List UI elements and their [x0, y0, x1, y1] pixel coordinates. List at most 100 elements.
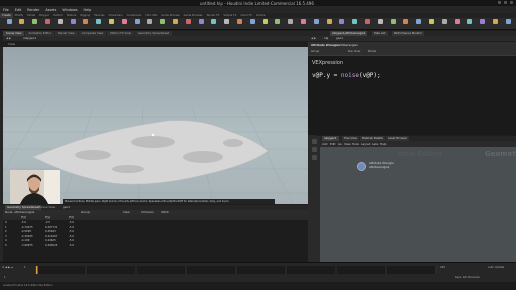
table-cell: -4.39925 [21, 234, 33, 238]
shelf-tool-icon[interactable] [489, 19, 501, 29]
shelf-tool-icon[interactable] [464, 19, 476, 29]
table-row[interactable]: 0 -5.0 -0.5 -5.0 [3, 221, 308, 225]
geometry-spreadsheet[interactable]: P[x] P[y] P[z] 0 -5.0 -0.5 -5.0 1 -4.79975 0.4… [3, 215, 308, 262]
tool-glyph-icon [147, 19, 153, 24]
window-controls[interactable] [498, 1, 513, 4]
shelf-tool-icon[interactable] [310, 19, 322, 29]
shelf-tool-icon[interactable] [477, 19, 489, 29]
shelf-tool-icon[interactable] [157, 19, 169, 29]
vex-code-function: noise [340, 72, 359, 79]
menu-edit[interactable]: Edit [15, 8, 22, 12]
shelf-tool-icon[interactable] [80, 19, 92, 29]
table-cell: -4.79975 [21, 225, 33, 229]
back-icon[interactable]: ◀ ▶ [311, 36, 316, 41]
shelf-tool-icon[interactable] [131, 19, 143, 29]
pan-icon[interactable] [311, 147, 317, 152]
node-name-label[interactable]: attribwrangle1 [369, 165, 390, 169]
table-cell: -0.5 [45, 221, 51, 224]
shelf-tool-icon[interactable] [349, 19, 361, 29]
tool-glyph-icon [44, 19, 50, 24]
shelf-tool-icon[interactable] [54, 19, 66, 29]
shelf-tool-icon[interactable] [246, 19, 258, 29]
shelf-tool-icon[interactable] [29, 19, 41, 29]
attribwrangle-node-icon[interactable] [357, 162, 366, 171]
timeline-ruler[interactable] [0, 264, 516, 276]
shelf-tool-icon[interactable] [413, 19, 425, 29]
node-name-field[interactable]: attribwrangle1 [338, 43, 358, 47]
shelf-tool-icon[interactable] [400, 19, 412, 29]
table-row[interactable]: 1 -4.79975 0.497731 -5.0 [3, 226, 308, 230]
shelf-tool-icon[interactable] [195, 19, 207, 29]
auto-update-toggle[interactable]: Auto Update [488, 266, 504, 269]
table-cell: -4.199 [21, 239, 30, 242]
playhead[interactable] [36, 266, 38, 274]
shelf-tool-icon[interactable] [297, 19, 309, 29]
shelf-tool-icon[interactable] [451, 19, 463, 29]
shelf-tool-icon[interactable] [105, 19, 117, 29]
shelf-tool-icon[interactable] [387, 19, 399, 29]
maximize-icon[interactable] [504, 1, 507, 4]
shelf-tool-icon[interactable] [144, 19, 156, 29]
tool-glyph-icon [505, 19, 511, 24]
table-row[interactable]: 5 -3.99875 0.495625 -5.0 [3, 244, 308, 248]
select-icon[interactable] [311, 139, 317, 144]
shelf-tool-icon[interactable] [182, 19, 194, 29]
shelf-tool-icon[interactable] [16, 19, 28, 29]
minimize-icon[interactable] [498, 1, 501, 4]
shelf-tool-icon[interactable] [221, 19, 233, 29]
shelf-tool-icon[interactable] [336, 19, 348, 29]
tool-glyph-icon [134, 19, 140, 24]
shelf-tool-icon[interactable] [208, 19, 220, 29]
run-over-select[interactable]: Points [368, 49, 376, 53]
table-cell: 3 [5, 234, 7, 238]
shelf-tool-icon[interactable] [93, 19, 105, 29]
col-px[interactable]: P[x] [21, 215, 26, 220]
status-text: Loaded Houdini 16.5.496 Indie Edition [3, 284, 53, 287]
close-icon[interactable] [510, 1, 513, 4]
vexpression-editor[interactable]: v@P.y = noise(v@P); [312, 72, 502, 80]
col-py[interactable]: P[y] [45, 215, 50, 220]
vex-code-prefix: v@P.y = [312, 72, 341, 79]
back-icon[interactable]: ◀ ▶ [6, 36, 11, 41]
shelf-tool-icon[interactable] [41, 19, 53, 29]
shelf-tool-icon[interactable] [118, 19, 130, 29]
shelf-tool-icon[interactable] [259, 19, 271, 29]
menu-file[interactable]: File [3, 8, 9, 12]
tool-glyph-icon [377, 19, 383, 24]
shelf-tool-icon[interactable] [425, 19, 437, 29]
shelf-tool-icon[interactable] [3, 19, 15, 29]
range-end[interactable]: 240 [440, 266, 445, 269]
viewport-path-bar: ◀ ▶ /obj/geo1 [3, 36, 308, 41]
tool-glyph-icon [121, 19, 127, 24]
menu-assets[interactable]: Assets [45, 8, 56, 12]
zoom-icon[interactable] [311, 155, 317, 160]
col-pz[interactable]: P[z] [69, 215, 74, 220]
menu-windows[interactable]: Windows [62, 8, 77, 12]
path-context[interactable]: obj [324, 36, 328, 41]
shelf-tool-icon[interactable] [361, 19, 373, 29]
table-row[interactable]: 2 -4.5995 0.45643 -5.0 [3, 230, 308, 234]
tool-glyph-icon [467, 19, 473, 24]
run-over-label: Run Over [348, 49, 361, 53]
table-cell: 0 [5, 221, 7, 224]
timeline-bar[interactable]: ⏮ ◀ ▶ ⏭ 1 1 240 Keys, 0/0 Channels Auto … [0, 262, 516, 282]
shelf-tool-icon[interactable] [323, 19, 335, 29]
shelf-tool-icon[interactable] [438, 19, 450, 29]
current-frame[interactable]: 1 [24, 266, 26, 269]
play-controls-icon[interactable]: ⏮ ◀ ▶ ⏭ [2, 266, 13, 269]
menu-render[interactable]: Render [27, 8, 39, 12]
shelf-tool-icon[interactable] [233, 19, 245, 29]
shelf-tool-icon[interactable] [272, 19, 284, 29]
shelf-tool-icon[interactable] [502, 19, 514, 29]
table-row[interactable]: 3 -4.39925 0.411067 -5.0 [3, 235, 308, 239]
shelf-tool-icon[interactable] [169, 19, 181, 29]
shelf-tool-icon[interactable] [285, 19, 297, 29]
path-node[interactable]: geo1 [336, 36, 343, 41]
shelf-tool-icon[interactable] [374, 19, 386, 29]
menu-help[interactable]: Help [84, 8, 92, 12]
table-row[interactable]: 4 -4.199 0.44625 -5.0 [3, 239, 308, 243]
viewport-path[interactable]: /obj/geo1 [23, 36, 36, 41]
range-start[interactable]: 1 [4, 276, 6, 279]
network-editor[interactable] [320, 147, 516, 270]
shelf-tool-icon[interactable] [67, 19, 79, 29]
